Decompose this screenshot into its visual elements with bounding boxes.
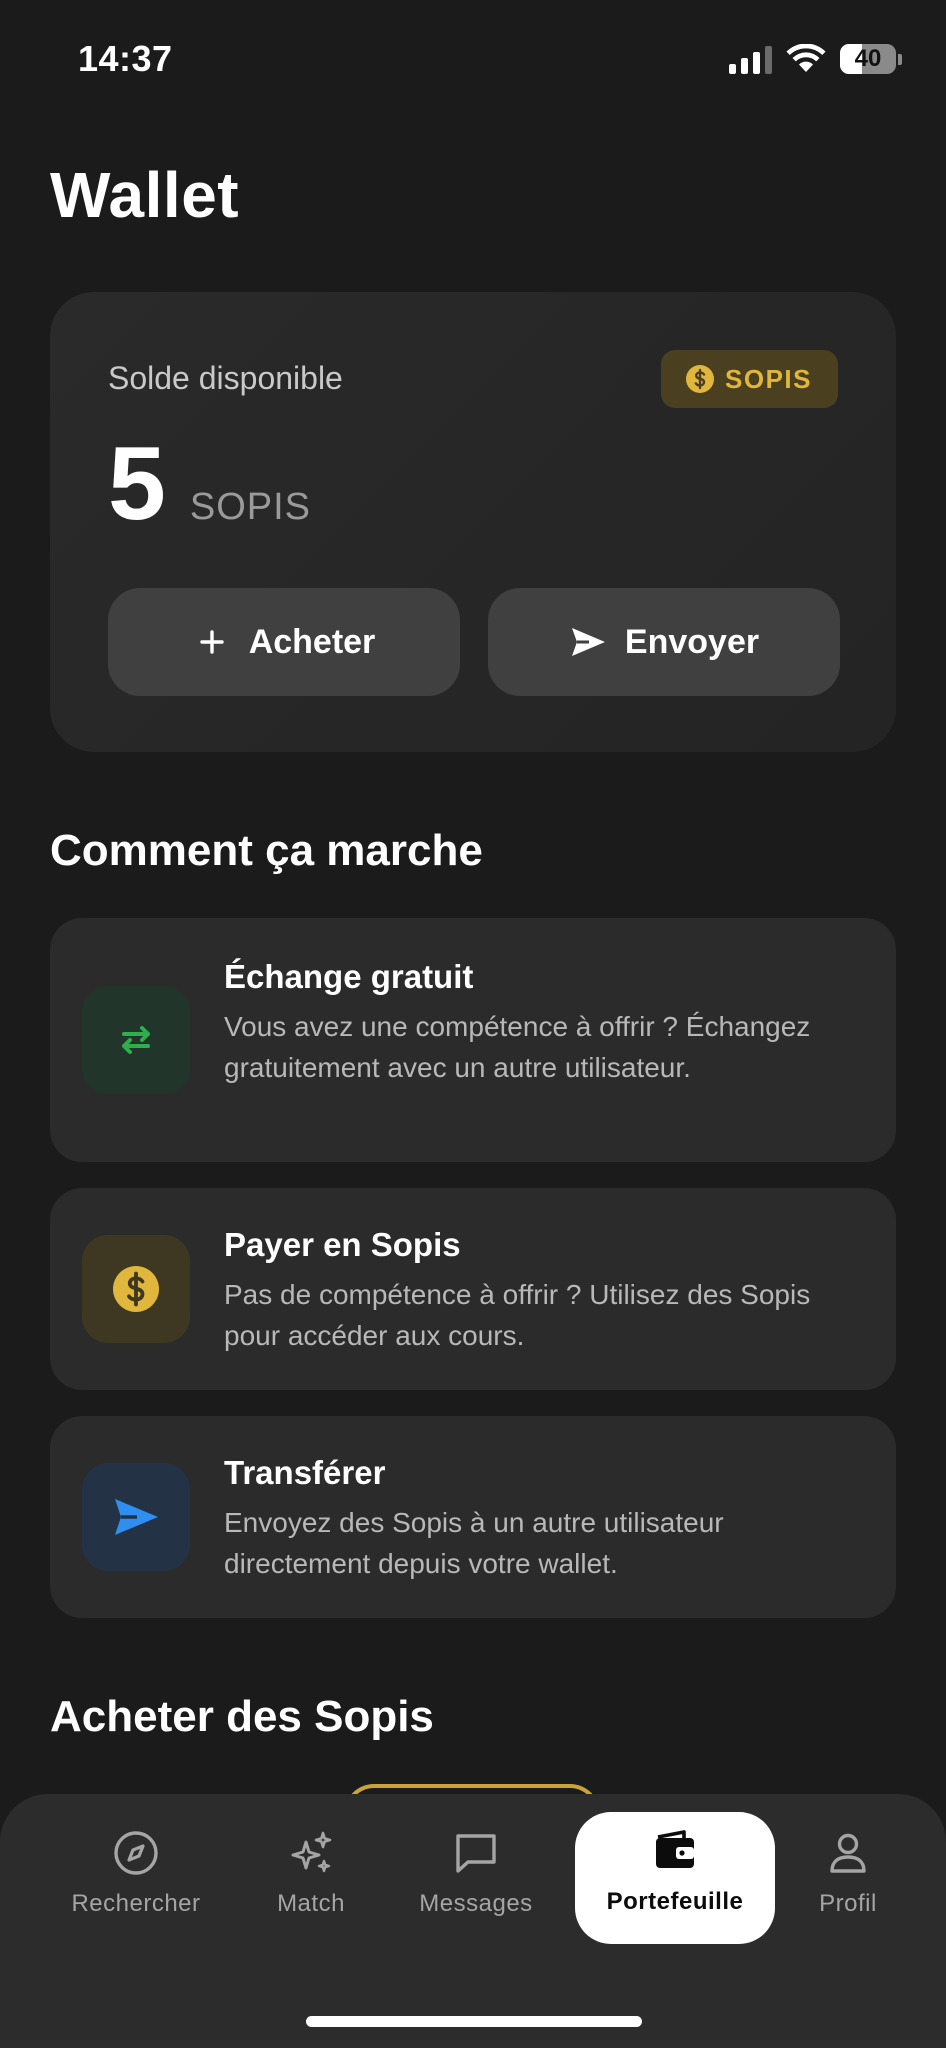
- buy-button-label: Acheter: [248, 622, 376, 661]
- plus-icon: [199, 630, 224, 654]
- nav-label: Rechercher: [71, 1890, 201, 1917]
- balance-label: Solde disponible: [108, 360, 343, 396]
- nav-item-messages[interactable]: Messages: [400, 1814, 552, 1942]
- signal-icon: [729, 44, 772, 74]
- balance-unit: SOPIS: [189, 486, 311, 528]
- wallet-screen: 14:37 40 Wallet Solde disponible SOPIS 5…: [0, 0, 946, 2048]
- person-icon: [830, 1833, 866, 1873]
- battery-level: 40: [854, 45, 882, 72]
- info-card-transfer: Transférer Envoyez des Sopis à un autre …: [50, 1416, 896, 1618]
- nav-item-match[interactable]: Match: [250, 1814, 372, 1942]
- balance-amount: 5 SOPIS: [108, 432, 311, 536]
- info-card-description: Vous avez une compétence à offrir ? Écha…: [224, 1011, 811, 1083]
- nav-label: Profil: [819, 1890, 877, 1917]
- nav-label: Messages: [419, 1890, 533, 1917]
- info-card-free-exchange: Échange gratuit Vous avez une compétence…: [50, 918, 896, 1162]
- bottom-nav: Rechercher Match Messages Portefeuille P…: [0, 1794, 946, 2048]
- status-time: 14:37: [78, 38, 173, 79]
- info-card-title: Payer en Sopis: [224, 1226, 461, 1263]
- send-icon: [571, 628, 605, 656]
- wallet-icon: [656, 1830, 694, 1868]
- info-card-title: Échange gratuit: [224, 958, 474, 995]
- buy-button[interactable]: Acheter: [108, 588, 460, 696]
- currency-badge-label: SOPIS: [725, 363, 812, 394]
- currency-badge: SOPIS: [661, 350, 838, 408]
- send-button-label: Envoyer: [624, 622, 760, 661]
- info-card-description: Pas de compétence à offrir ? Utilisez de…: [224, 1279, 811, 1351]
- status-bar: 14:37 40: [0, 0, 946, 110]
- nav-label: Portefeuille: [606, 1888, 744, 1915]
- info-card-description: Envoyez des Sopis à un autre utilisateur…: [224, 1507, 724, 1579]
- sparkles-icon: [291, 1831, 332, 1873]
- page-title: Wallet: [50, 159, 240, 231]
- nav-label: Match: [277, 1890, 345, 1917]
- buy-sopis-title: Acheter des Sopis: [50, 1692, 434, 1741]
- balance-card: Solde disponible SOPIS 5 SOPIS Acheter E…: [50, 292, 896, 752]
- home-indicator: [306, 2016, 642, 2027]
- send-button[interactable]: Envoyer: [488, 588, 840, 696]
- nav-item-profile[interactable]: Profil: [800, 1814, 896, 1942]
- wifi-icon: [786, 44, 826, 72]
- compass-icon: [114, 1831, 158, 1875]
- balance-value: 5: [108, 426, 166, 542]
- status-icons: 40: [729, 44, 902, 74]
- battery-icon: 40: [840, 44, 896, 74]
- nav-item-wallet[interactable]: Portefeuille: [575, 1812, 775, 1944]
- info-card-title: Transférer: [224, 1454, 386, 1491]
- dollar-coin-icon: [686, 365, 715, 393]
- how-it-works-title: Comment ça marche: [50, 826, 483, 875]
- info-card-pay-sopis: Payer en Sopis Pas de compétence à offri…: [50, 1188, 896, 1390]
- message-icon: [456, 1834, 496, 1873]
- dollar-coin-icon: [82, 1235, 190, 1343]
- send-icon: [82, 1463, 190, 1571]
- nav-item-search[interactable]: Rechercher: [50, 1814, 222, 1942]
- swap-arrows-icon: [82, 986, 190, 1094]
